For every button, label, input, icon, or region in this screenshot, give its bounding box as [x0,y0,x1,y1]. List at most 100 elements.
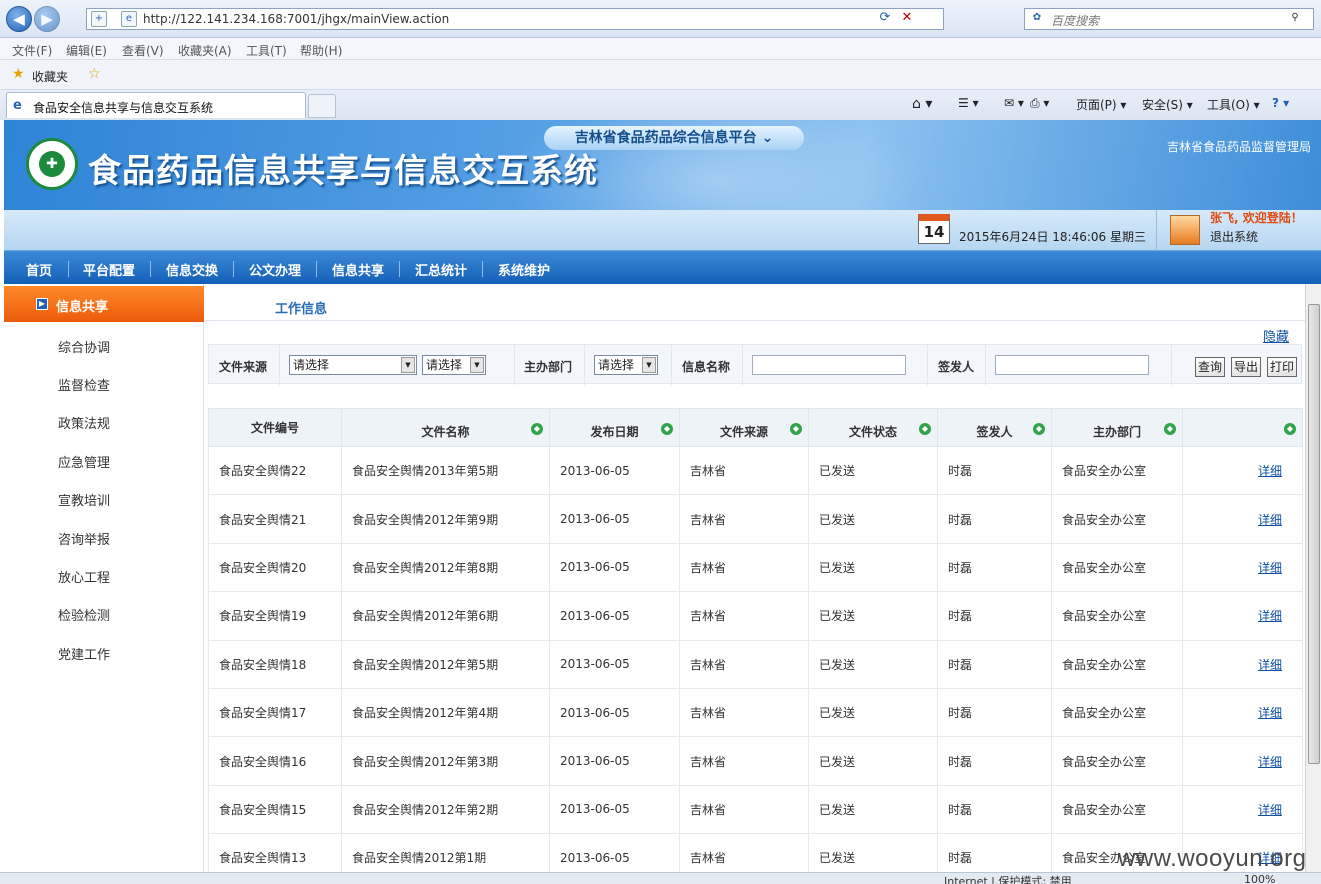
sort-icon[interactable]: ◆ [1164,423,1176,435]
sidebar-item-policy[interactable]: 政策法规 [58,413,110,432]
search-field[interactable]: ✿ 百度搜索 ⚲ [1024,8,1314,30]
stop-icon[interactable]: ✕ [899,11,915,27]
sort-icon[interactable]: ◆ [1284,423,1296,435]
cell-signer: 时磊 [948,851,973,866]
cell-file-source: 吉林省 [690,754,727,769]
table-row: 食品安全舆情22 食品安全舆情2013年第5期 2013-06-05 吉林省 已发送 时磊… [208,445,1303,496]
nav-document-handling[interactable]: 公文办理 [249,260,301,279]
export-button[interactable]: 导出 [1231,357,1262,377]
menu-file[interactable]: 文件(F) [12,42,52,59]
nav-system-maintenance[interactable]: 系统维护 [498,260,550,279]
vertical-scrollbar[interactable] [1305,284,1321,884]
table-cell: 吉林省 [679,784,809,835]
menu-tools[interactable]: 工具(T) [246,42,287,59]
cell-department: 食品安全办公室 [1062,464,1147,479]
site-banner: ✚ 食品药品信息共享与信息交互系统 吉林省食品药品综合信息平台 ⌄ 吉林省食品药… [4,120,1321,210]
dept-select[interactable]: 请选择 ▼ [594,355,658,375]
print-icon[interactable]: ⎙ ▾ [1030,96,1049,111]
hide-link[interactable]: 隐藏 [1263,326,1289,345]
divider [316,261,317,277]
col-file-number[interactable]: 文件编号 [208,408,342,447]
sort-icon[interactable]: ◆ [1033,423,1045,435]
table-cell: 详细 [1182,639,1303,689]
detail-link[interactable]: 详细 [1193,753,1302,770]
table-cell: 食品安全舆情2013年第5期 [341,445,550,496]
back-button[interactable]: ◀ [6,6,32,32]
signer-input[interactable] [995,355,1149,375]
cell-file-number: 食品安全舆情15 [219,802,307,817]
source-select-2[interactable]: 请选择 ▼ [422,355,486,375]
url-field[interactable]: + e http://122.141.234.168:7001/jhgx/mai… [86,8,944,30]
source-select[interactable]: 请选择 ▼ [289,355,417,375]
menu-view[interactable]: 查看(V) [122,42,164,59]
detail-link[interactable]: 详细 [1193,559,1302,576]
logout-link[interactable]: 退出系统 [1210,228,1258,245]
sidebar-item-coordination[interactable]: 综合协调 [58,337,110,356]
nav-platform-config[interactable]: 平台配置 [83,260,135,279]
forward-button[interactable]: ▶ [34,6,60,32]
col-department[interactable]: 主办部门 ◆ [1051,408,1183,447]
new-tab-button[interactable] [308,94,336,118]
logo: ✚ [26,138,78,190]
name-input[interactable] [752,355,906,375]
zoom-level[interactable]: 100% [1244,873,1275,884]
cell-file-status: 已发送 [819,609,856,624]
detail-link[interactable]: 详细 [1193,704,1302,721]
detail-link[interactable]: 详细 [1193,801,1302,818]
col-actions[interactable]: ◆ [1182,408,1303,447]
sidebar-item-inspection[interactable]: 监督检查 [58,375,110,394]
sort-icon[interactable]: ◆ [919,423,931,435]
sort-icon[interactable]: ◆ [531,423,543,435]
sidebar-item-training[interactable]: 宣教培训 [58,490,110,509]
mail-icon[interactable]: ✉ ▾ [1004,96,1024,110]
tools-menu[interactable]: 工具(O) ▾ [1207,96,1260,113]
refresh-icon[interactable]: ⟳ [877,11,893,27]
add-favorite-icon[interactable]: ☆ [88,66,101,82]
nav-info-exchange[interactable]: 信息交换 [166,260,218,279]
sidebar-header[interactable]: ▶ 信息共享 [4,286,204,322]
detail-link[interactable]: 详细 [1193,511,1302,528]
sidebar-item-party[interactable]: 党建工作 [58,644,110,663]
safety-menu[interactable]: 安全(S) ▾ [1142,96,1193,113]
browser-status-bar: Internet | 保护模式: 禁用 100% [0,872,1321,884]
menu-edit[interactable]: 编辑(E) [66,42,107,59]
sort-icon[interactable]: ◆ [661,423,673,435]
help-menu[interactable]: ? ▾ [1272,96,1289,110]
table-cell: 2013-06-05 [549,445,680,496]
search-icon[interactable]: ⚲ [1287,11,1303,27]
browser-tab[interactable]: e 食品安全信息共享与信息交互系统 [6,92,306,118]
print-button[interactable]: 打印 [1267,357,1298,377]
query-button[interactable]: 查询 [1195,357,1226,377]
detail-link[interactable]: 详细 [1193,462,1302,479]
table-cell: 2013-06-05 [549,494,680,544]
col-file-source[interactable]: 文件来源 ◆ [679,408,809,447]
col-publish-date[interactable]: 发布日期 ◆ [549,408,680,447]
nav-info-sharing[interactable]: 信息共享 [332,260,384,279]
nav-statistics[interactable]: 汇总统计 [415,260,467,279]
table-cell: 食品安全办公室 [1051,736,1183,786]
col-signer[interactable]: 签发人 ◆ [937,408,1052,447]
col-file-name[interactable]: 文件名称 ◆ [341,408,550,447]
col-file-status[interactable]: 文件状态 ◆ [808,408,938,447]
detail-link[interactable]: 详细 [1193,607,1302,624]
menu-favorites[interactable]: 收藏夹(A) [178,42,232,59]
nav-home[interactable]: 首页 [26,260,52,279]
detail-link[interactable]: 详细 [1193,656,1302,673]
sidebar-item-testing[interactable]: 检验检测 [58,605,110,624]
favorites-button[interactable]: 收藏夹 [32,68,68,85]
menu-help[interactable]: 帮助(H) [300,42,342,59]
rss-icon[interactable]: ☰ ▾ [958,96,979,110]
sidebar-header-label: 信息共享 [56,300,109,315]
home-icon[interactable]: ⌂ ▾ [912,96,932,112]
page-menu[interactable]: 页面(P) ▾ [1076,96,1126,113]
platform-switch[interactable]: 吉林省食品药品综合信息平台 ⌄ [544,126,804,150]
table-cell: 食品安全舆情2012年第5期 [341,639,550,689]
sort-icon[interactable]: ◆ [790,423,802,435]
scrollbar-thumb[interactable] [1308,304,1320,764]
sidebar-item-assurance[interactable]: 放心工程 [58,567,110,586]
sidebar-item-emergency[interactable]: 应急管理 [58,452,110,471]
ie-page-icon: e [121,11,137,27]
tab-work-info[interactable]: 工作信息 [275,298,327,317]
cell-signer: 时磊 [948,802,973,817]
sidebar-item-reporting[interactable]: 咨询举报 [58,529,110,548]
